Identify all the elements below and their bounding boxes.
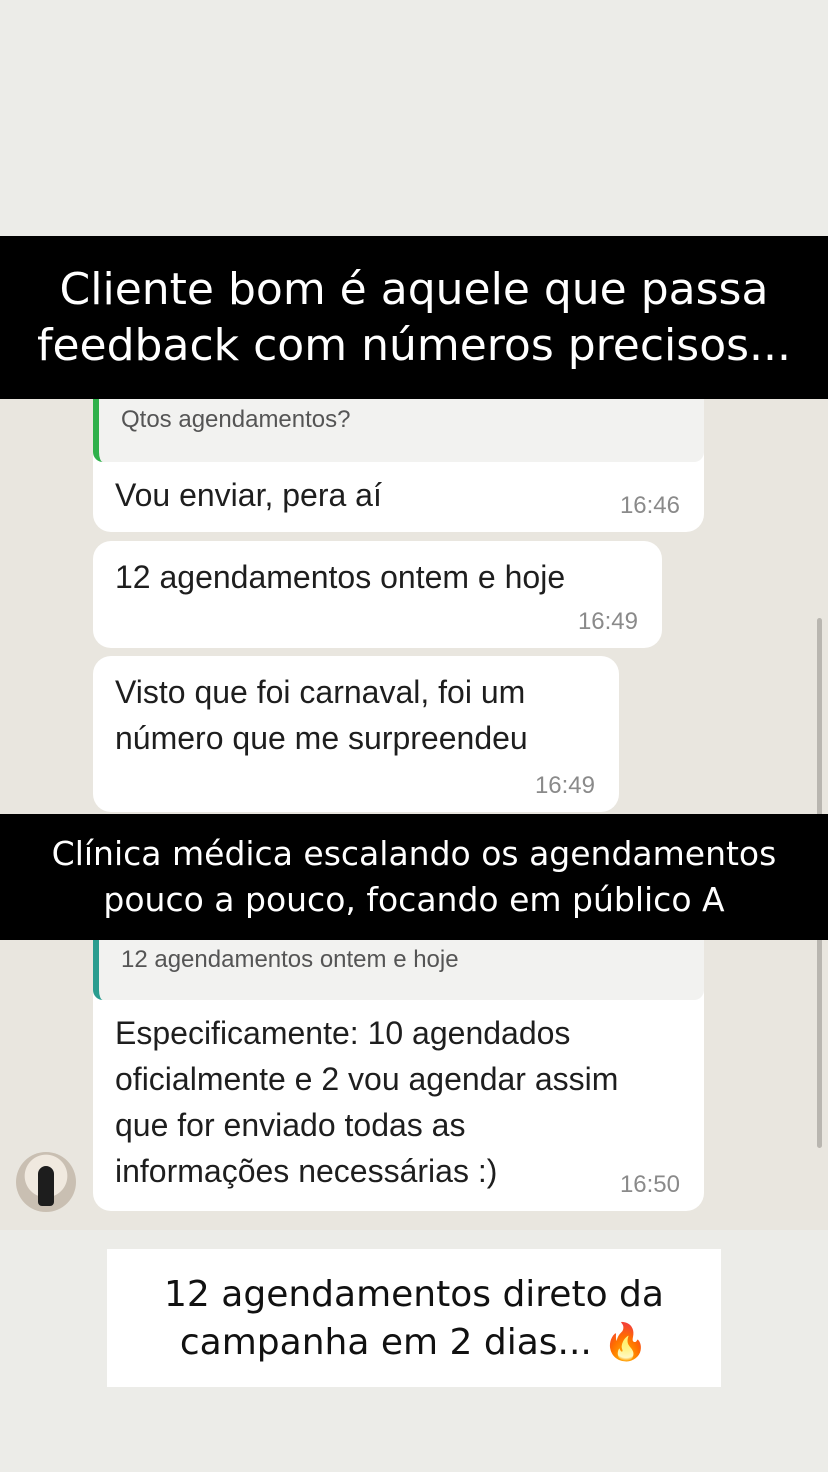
top-banner-line-2: feedback com números precisos... <box>37 320 791 371</box>
message-text: Especificamente: 10 agendados oficialmen… <box>115 1010 618 1194</box>
caption-box: 12 agendamentos direto da campanha em 2 … <box>107 1249 721 1387</box>
reply-quote[interactable]: 12 agendamentos ontem e hoje <box>93 930 704 1000</box>
reply-quote-text: 12 agendamentos ontem e hoje <box>121 946 459 973</box>
message-line: número que me surpreendeu <box>115 720 528 756</box>
message-bubble-2[interactable]: 12 agendamentos ontem e hoje 16:49 <box>93 541 662 648</box>
message-time: 16:50 <box>619 1171 680 1198</box>
message-time: 16:46 <box>619 492 680 519</box>
top-banner: Cliente bom é aquele que passa feedback … <box>0 236 828 399</box>
message-line: que for enviado todas as <box>115 1107 466 1143</box>
message-line: Visto que foi carnaval, foi um <box>115 674 526 710</box>
message-bubble-1[interactable]: Qtos agendamentos? Vou enviar, pera aí 1… <box>93 380 704 532</box>
message-time: 16:49 <box>534 772 595 799</box>
message-text: Visto que foi carnaval, foi um número qu… <box>115 669 528 761</box>
message-bubble-3[interactable]: Visto que foi carnaval, foi um número qu… <box>93 656 619 812</box>
message-line: oficialmente e 2 vou agendar assim <box>115 1061 619 1097</box>
message-line: informações necessárias :) <box>115 1153 498 1189</box>
middle-banner-line-2: pouco a pouco, focando em público A <box>103 880 725 919</box>
message-text: Vou enviar, pera aí <box>115 477 382 513</box>
message-bubble-4[interactable]: 12 agendamentos ontem e hoje Especificam… <box>93 930 704 1211</box>
sender-avatar[interactable] <box>16 1152 76 1212</box>
top-banner-line-1: Cliente bom é aquele que passa <box>59 264 769 315</box>
middle-banner-line-1: Clínica médica escalando os agendamentos <box>51 834 777 873</box>
message-text: 12 agendamentos ontem e hoje <box>115 559 566 595</box>
caption-line-2-text: campanha em 2 dias... <box>179 1322 592 1363</box>
message-time: 16:49 <box>577 608 638 635</box>
reply-quote-text: Qtos agendamentos? <box>121 406 351 433</box>
caption-line-2: campanha em 2 dias... 🔥 <box>107 1319 721 1367</box>
caption-line-1: 12 agendamentos direto da <box>164 1274 664 1315</box>
middle-banner: Clínica médica escalando os agendamentos… <box>0 814 828 940</box>
fire-icon: 🔥 <box>603 1322 649 1363</box>
message-line: Especificamente: 10 agendados <box>115 1015 571 1051</box>
avatar-person-icon <box>38 1166 54 1206</box>
